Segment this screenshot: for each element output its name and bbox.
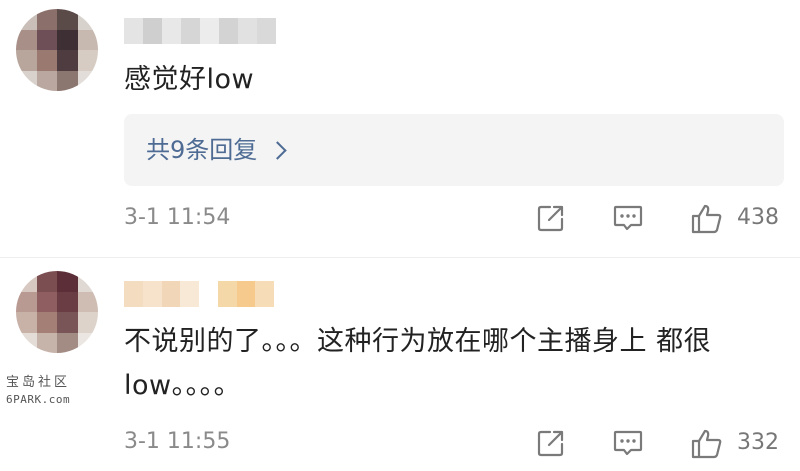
share-icon[interactable] (536, 428, 566, 458)
avatar[interactable] (16, 9, 98, 91)
avatar[interactable] (16, 271, 98, 353)
comment-text: 不说别的了。。。这种行为放在哪个主播身上 都很low。。。。 (124, 326, 712, 401)
view-replies-link[interactable]: 共9条回复 (146, 134, 287, 166)
chevron-right-icon (268, 140, 287, 160)
like-count: 438 (737, 205, 779, 230)
comment-item: 不说别的了。。。这种行为放在哪个主播身上 都很low。。。。 3-1 11:55… (0, 258, 800, 471)
reply-count-label: 共9条回复 (146, 136, 258, 164)
comment-icon[interactable] (612, 203, 644, 233)
like-count: 332 (737, 430, 779, 455)
watermark: 宝岛社区 6PARK.com (6, 374, 90, 412)
comment-item: 感觉好low 共9条回复 3-1 11:54 438 (0, 0, 800, 258)
username-blurred[interactable] (124, 281, 274, 307)
reply-summary-box[interactable]: 共9条回复 (124, 114, 784, 186)
like-icon[interactable] (690, 428, 724, 460)
like-icon[interactable] (690, 203, 724, 235)
comment-timestamp: 3-1 11:54 (124, 205, 231, 230)
comment-timestamp: 3-1 11:55 (124, 429, 231, 454)
comment-text: 感觉好low (124, 64, 255, 95)
comment-icon[interactable] (612, 428, 644, 458)
share-icon[interactable] (536, 203, 566, 233)
username-blurred[interactable] (124, 18, 276, 44)
watermark-top-text: 宝岛社区 (6, 375, 71, 390)
watermark-bottom-text: 6PARK.com (6, 393, 71, 406)
